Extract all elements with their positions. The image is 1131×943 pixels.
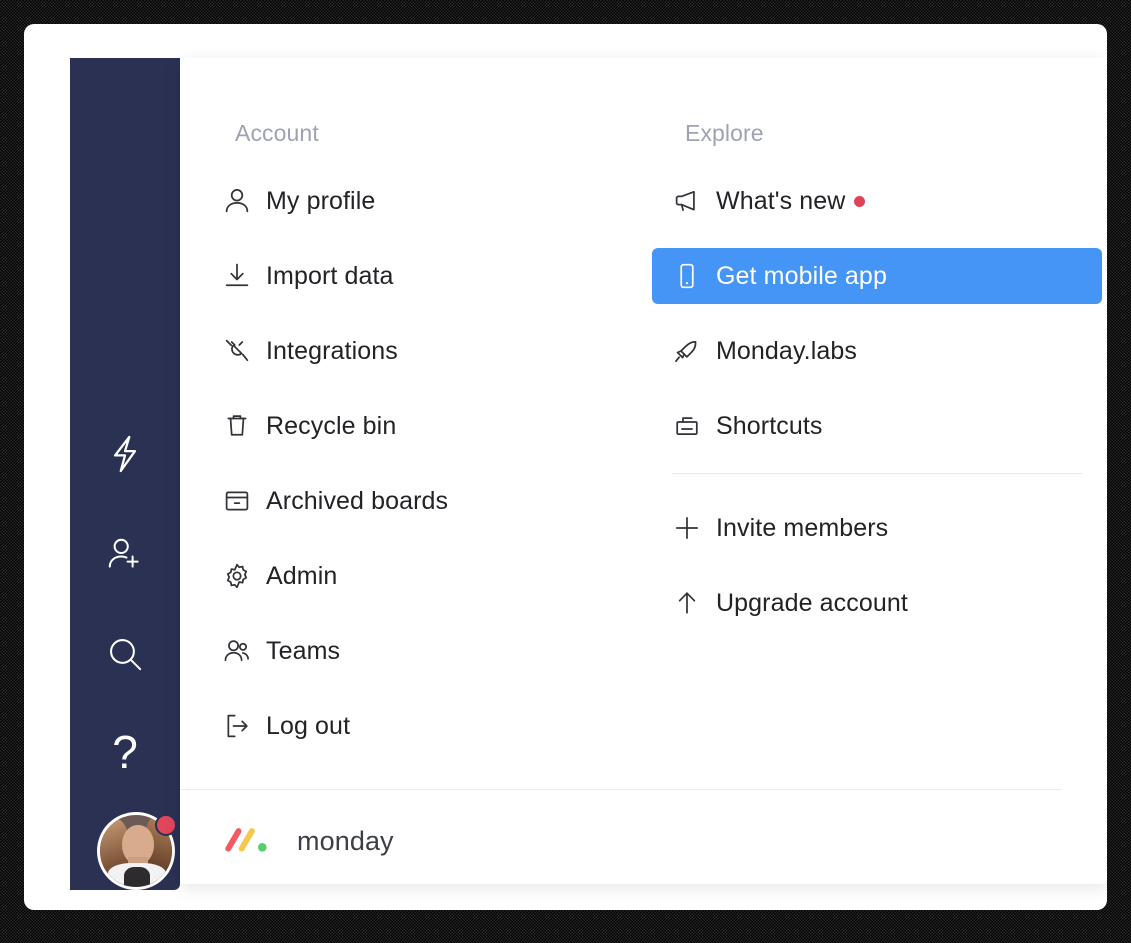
megaphone-icon	[672, 186, 716, 216]
avatar-notification-badge	[155, 814, 177, 836]
menu-item-label: Integrations	[266, 336, 398, 365]
menu-item-label: Archived boards	[266, 486, 449, 515]
search-icon	[106, 635, 144, 673]
menu-item-log-out[interactable]: Log out	[202, 698, 652, 754]
menu-item-admin[interactable]: Admin	[202, 548, 652, 604]
menu-item-label: Get mobile app	[716, 261, 887, 290]
menu-item-label: What's new	[716, 186, 846, 215]
menu-item-recycle-bin[interactable]: Recycle bin	[202, 398, 652, 454]
menu-item-upgrade-account[interactable]: Upgrade account	[652, 575, 1102, 631]
screen: ? Account My profile Import data Integra…	[0, 0, 1131, 943]
menu-item-invite-members[interactable]: Invite members	[652, 500, 1102, 556]
menu-item-label: My profile	[266, 186, 376, 215]
people-icon	[222, 636, 266, 666]
mobile-phone-icon	[672, 261, 716, 291]
menu-item-label: Monday.labs	[716, 336, 857, 365]
left-rail: ?	[70, 58, 180, 890]
menu-item-label: Invite members	[716, 513, 889, 542]
avatar[interactable]	[97, 812, 177, 890]
menu-item-my-profile[interactable]: My profile	[202, 173, 652, 229]
menu-item-shortcuts[interactable]: Shortcuts	[652, 398, 1102, 454]
menu-item-import-data[interactable]: Import data	[202, 248, 652, 304]
menu-item-label: Admin	[266, 561, 338, 590]
monday-brand[interactable]: monday	[224, 824, 394, 858]
add-person-icon	[106, 535, 144, 573]
plus-icon	[672, 513, 716, 543]
app-card: ? Account My profile Import data Integra…	[24, 24, 1107, 910]
rail-item-search[interactable]	[70, 630, 180, 678]
menu-item-label: Import data	[266, 261, 394, 290]
column-title-account: Account	[235, 120, 319, 146]
gear-icon	[222, 561, 266, 591]
menu-item-label: Upgrade account	[716, 588, 908, 617]
archive-box-icon	[222, 486, 266, 516]
account-menu-panel: Account My profile Import data Integrati…	[180, 58, 1107, 884]
whats-new-badge-dot	[854, 195, 866, 207]
lightning-bolt-icon	[108, 434, 142, 474]
explore-divider	[672, 473, 1082, 474]
menu-item-label: Log out	[266, 711, 351, 740]
panel-footer-divider	[180, 789, 1061, 790]
menu-item-integrations[interactable]: Integrations	[202, 323, 652, 379]
rail-item-help[interactable]: ?	[70, 728, 180, 776]
rail-item-invite[interactable]	[70, 530, 180, 578]
menu-column-account: Account My profile Import data Integrati…	[202, 58, 652, 773]
menu-item-label: Shortcuts	[716, 411, 823, 440]
download-icon	[222, 261, 266, 291]
account-menu-list: My profile Import data Integrations Recy…	[202, 173, 652, 754]
menu-item-whats-new[interactable]: What's new	[652, 173, 1102, 229]
rail-item-quick-actions[interactable]	[70, 430, 180, 478]
menu-item-teams[interactable]: Teams	[202, 623, 652, 679]
shortcuts-box-icon	[672, 411, 716, 441]
rocket-icon	[672, 336, 716, 366]
menu-item-label: Recycle bin	[266, 411, 397, 440]
monday-logo-icon	[224, 824, 270, 858]
menu-item-label: Teams	[266, 636, 341, 665]
monday-brand-name: monday	[297, 825, 394, 856]
person-icon	[222, 186, 266, 216]
arrow-up-icon	[672, 588, 716, 618]
trash-icon	[222, 411, 266, 441]
explore-menu-list: What's new Get mobile app Monday.labs Sh…	[652, 173, 1102, 631]
column-title-explore: Explore	[685, 120, 764, 146]
menu-item-archived-boards[interactable]: Archived boards	[202, 473, 652, 529]
menu-column-explore: Explore What's new Get mobile app Monday…	[652, 58, 1102, 650]
question-mark-icon: ?	[112, 726, 138, 778]
menu-item-get-mobile-app[interactable]: Get mobile app	[652, 248, 1102, 304]
logout-icon	[222, 711, 266, 741]
plug-icon	[222, 336, 266, 366]
menu-item-monday-labs[interactable]: Monday.labs	[652, 323, 1102, 379]
menu-columns: Account My profile Import data Integrati…	[180, 58, 1107, 774]
